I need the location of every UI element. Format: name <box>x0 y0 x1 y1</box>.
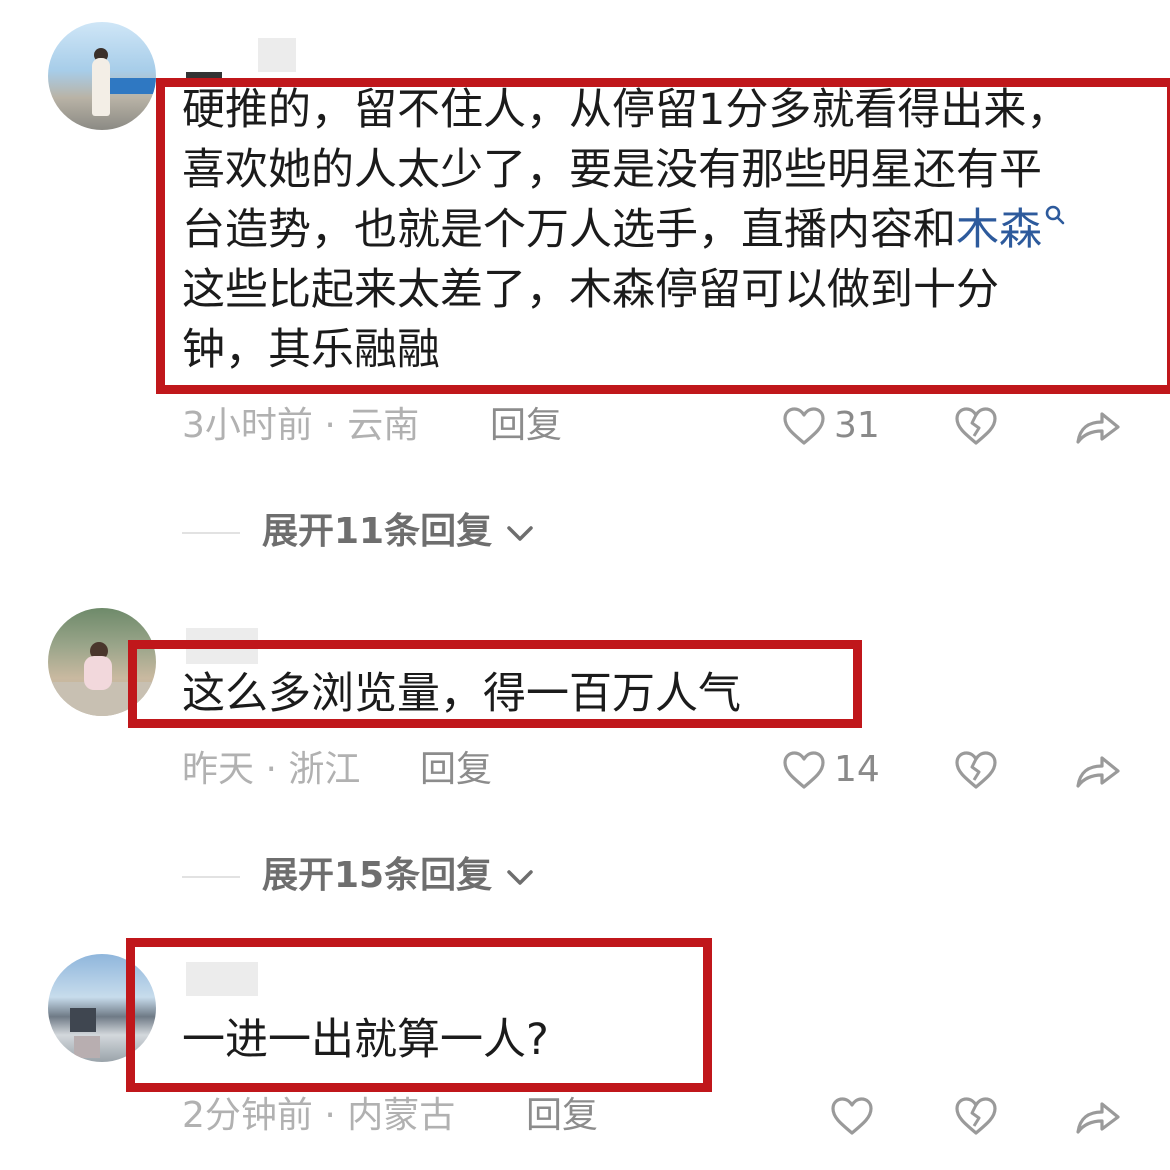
avatar-figure <box>84 656 112 690</box>
expand-label: 展开11条回复 <box>262 511 493 552</box>
like-count: 14 <box>834 749 880 790</box>
avatar-blur <box>70 1008 96 1032</box>
heart-outline-icon[interactable] <box>782 406 826 446</box>
expand-replies-button[interactable]: 展开15条回复 <box>262 854 535 898</box>
avatar-figure <box>92 58 110 116</box>
broken-heart-icon[interactable] <box>954 406 998 446</box>
share-arrow-icon[interactable] <box>1074 1098 1122 1136</box>
avatar-blur <box>74 1036 100 1058</box>
comment-text: 硬推的，留不住人，从停留1分多就看得出来， 喜欢她的人太少了，要是没有那些明星还… <box>182 80 1069 380</box>
username-blurred <box>258 38 296 72</box>
comment-line: 台造势，也就是个万人选手，直播内容和木森 <box>182 200 1069 260</box>
comment-line: 喜欢她的人太少了，要是没有那些明星还有平 <box>182 145 1042 195</box>
comment-meta: 2分钟前 · 内蒙古 <box>182 1095 456 1136</box>
divider-line <box>182 532 240 534</box>
share-arrow-icon[interactable] <box>1074 408 1122 446</box>
avatar[interactable] <box>48 22 156 130</box>
reply-button[interactable]: 回复 <box>420 748 492 792</box>
comment-line: 硬推的，留不住人，从停留1分多就看得出来， <box>182 85 1070 135</box>
share-arrow-icon[interactable] <box>1074 752 1122 790</box>
heart-outline-icon[interactable] <box>782 750 826 790</box>
broken-heart-icon[interactable] <box>954 750 998 790</box>
chevron-down-icon <box>506 526 533 541</box>
heart-outline-icon[interactable] <box>830 1096 874 1136</box>
reply-button[interactable]: 回复 <box>526 1094 598 1138</box>
expand-replies-button[interactable]: 展开11条回复 <box>262 510 535 554</box>
divider-line <box>182 876 240 878</box>
mention-link[interactable]: 木森 <box>956 205 1042 255</box>
avatar-water <box>108 78 156 94</box>
comment-text: 一进一出就算一人? <box>182 1015 549 1065</box>
search-magnifier-icon <box>1045 205 1065 225</box>
chevron-down-icon <box>506 870 533 885</box>
comment-meta: 昨天 · 浙江 <box>182 749 361 790</box>
like-count: 31 <box>834 405 880 446</box>
comment-text: 这么多浏览量，得一百万人气 <box>182 669 741 719</box>
expand-label: 展开15条回复 <box>262 855 493 896</box>
reply-button[interactable]: 回复 <box>490 404 562 448</box>
broken-heart-icon[interactable] <box>954 1096 998 1136</box>
comment-line: 钟，其乐融融 <box>182 325 440 375</box>
comment-line: 这些比起来太差了，木森停留可以做到十分 <box>182 265 999 315</box>
comment-meta: 3小时前 · 云南 <box>182 405 420 446</box>
